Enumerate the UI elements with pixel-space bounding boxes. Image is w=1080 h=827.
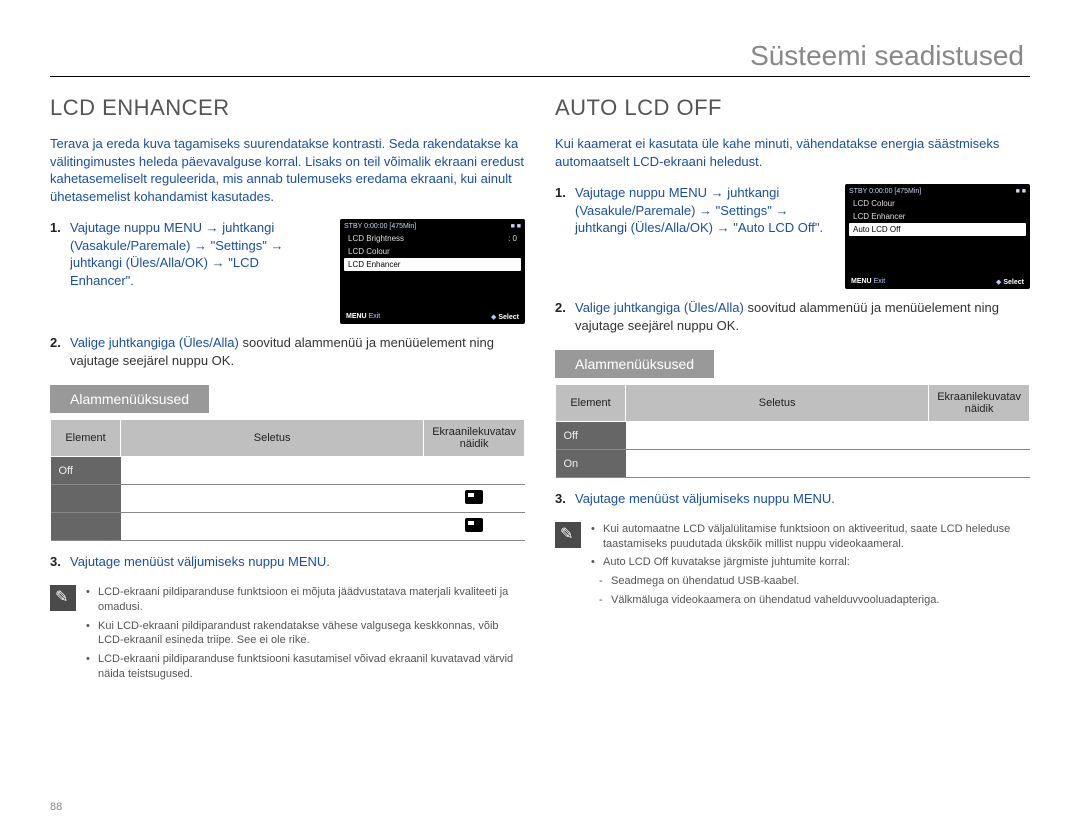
right-step1-block: Vajutage nuppu MENU → juhtkangi (Vasakul… [555,184,1030,289]
cell-element [51,485,121,513]
left-note-list: LCD-ekraani pildiparanduse funktsioon ei… [86,585,525,686]
screenshot-exit: MENU Exit [851,278,885,286]
cell-seletus [626,422,929,450]
lcd-enhancer-intro: Terava ja ereda kuva tagamiseks suurenda… [50,135,525,205]
enhancer-icon [465,490,483,504]
two-column-layout: LCD ENHANCER Terava ja ereda kuva tagami… [50,95,1030,686]
left-steps-3: Vajutage menüüst väljumiseks nuppu MENU. [50,553,525,571]
note-subitem: Välkmäluga videokaamera on ühendatud vah… [591,593,1030,608]
page-header: Süsteemi seadistused [50,40,1030,77]
cell-icon [424,513,525,541]
left-options-table: Element Seletus Ekraanilekuvatav näidik … [50,419,525,541]
th-element: Element [556,385,626,422]
right-note-block: Kui automaatne LCD väljalülitamise funkt… [555,522,1030,612]
screenshot-stby: STBY 0:00:00 [475Min] [849,188,921,195]
note-item: Kui automaatne LCD väljalülitamise funkt… [591,522,1030,552]
menu-row-1: LCD Colour [344,245,521,258]
enhancer-icon [465,518,483,532]
right-step3: Vajutage menüüst väljumiseks nuppu MENU. [575,491,835,506]
note-icon [50,585,76,611]
left-note-block: LCD-ekraani pildiparanduse funktsioon ei… [50,585,525,686]
cell-icon [424,457,525,485]
right-steps-2: Valige juhtkangiga (Üles/Alla) soovitud … [555,299,1030,334]
left-step2-blue: Valige juhtkangiga (Üles/Alla) [70,335,239,350]
screenshot-exit: MENU Exit [346,313,380,321]
left-submenu-badge: Alammenüüksused [50,385,209,413]
screenshot-icons: ■ ■ [511,223,521,230]
screenshot-select: ◆ Select [491,313,519,321]
left-steps-1: Vajutage nuppu MENU → juhtkangi (Vasakul… [50,219,326,289]
note-item: Auto LCD Off kuvatakse järgmiste juhtumi… [591,555,1030,570]
screenshot-icons: ■ ■ [1016,188,1026,195]
menu-row-selected: LCD Enhancer [344,258,521,271]
note-item: LCD-ekraani pildiparanduse funktsiooni k… [86,652,525,682]
left-step1-block: Vajutage nuppu MENU → juhtkangi (Vasakul… [50,219,525,324]
page-number: 88 [50,801,62,813]
cell-seletus [121,513,424,541]
table-row: Off [51,457,525,485]
cell-seletus [121,457,424,485]
menu-row-0: LCD Brightness: 0 [344,232,521,245]
left-column: LCD ENHANCER Terava ja ereda kuva tagami… [50,95,525,686]
left-step1: Vajutage nuppu MENU → juhtkangi (Vasakul… [70,220,283,288]
th-naidik: Ekraanilekuvatav näidik [424,420,525,457]
right-note-list: Kui automaatne LCD väljalülitamise funkt… [591,522,1030,612]
cell-seletus [626,450,929,478]
screenshot-stby: STBY 0:00:00 [475Min] [344,223,416,230]
cell-element: Off [51,457,121,485]
cell-icon [929,450,1030,478]
auto-lcd-off-intro: Kui kaamerat ei kasutata üle kahe minuti… [555,135,1030,170]
right-step2-blue: Valige juhtkangiga (Üles/Alla) [575,300,744,315]
left-steps-2: Valige juhtkangiga (Üles/Alla) soovitud … [50,334,525,369]
cell-icon [424,485,525,513]
right-steps-1: Vajutage nuppu MENU → juhtkangi (Vasakul… [555,184,831,237]
note-item: LCD-ekraani pildiparanduse funktsioon ei… [86,585,525,615]
cell-element: Off [556,422,626,450]
table-row: Off [556,422,1030,450]
menu-row-selected: Auto LCD Off [849,223,1026,236]
cell-seletus [121,485,424,513]
left-step3: Vajutage menüüst väljumiseks nuppu MENU. [70,554,330,569]
th-seletus: Seletus [626,385,929,422]
right-steps-3: Vajutage menüüst väljumiseks nuppu MENU. [555,490,1030,508]
note-subitem: Seadmega on ühendatud USB-kaabel. [591,574,1030,589]
right-step1: Vajutage nuppu MENU → juhtkangi (Vasakul… [575,185,823,235]
th-seletus: Seletus [121,420,424,457]
cell-icon [929,422,1030,450]
cell-element [51,513,121,541]
table-row: On [556,450,1030,478]
th-element: Element [51,420,121,457]
note-icon [555,522,581,548]
menu-row-1: LCD Enhancer [849,210,1026,223]
table-row [51,485,525,513]
lcd-enhancer-title: LCD ENHANCER [50,95,525,121]
auto-lcd-off-screenshot: STBY 0:00:00 [475Min] ■ ■ LCD Colour LCD… [845,184,1030,289]
lcd-enhancer-screenshot: STBY 0:00:00 [475Min] ■ ■ LCD Brightness… [340,219,525,324]
auto-lcd-off-title: AUTO LCD OFF [555,95,1030,121]
table-row [51,513,525,541]
right-submenu-badge: Alammenüüksused [555,350,714,378]
note-item: Kui LCD-ekraani pildiparandust rakendata… [86,619,525,649]
menu-row-0: LCD Colour [849,197,1026,210]
th-naidik: Ekraanilekuvatav näidik [929,385,1030,422]
cell-element: On [556,450,626,478]
right-options-table: Element Seletus Ekraanilekuvatav näidik … [555,384,1030,478]
right-column: AUTO LCD OFF Kui kaamerat ei kasutata ül… [555,95,1030,686]
screenshot-select: ◆ Select [996,278,1024,286]
